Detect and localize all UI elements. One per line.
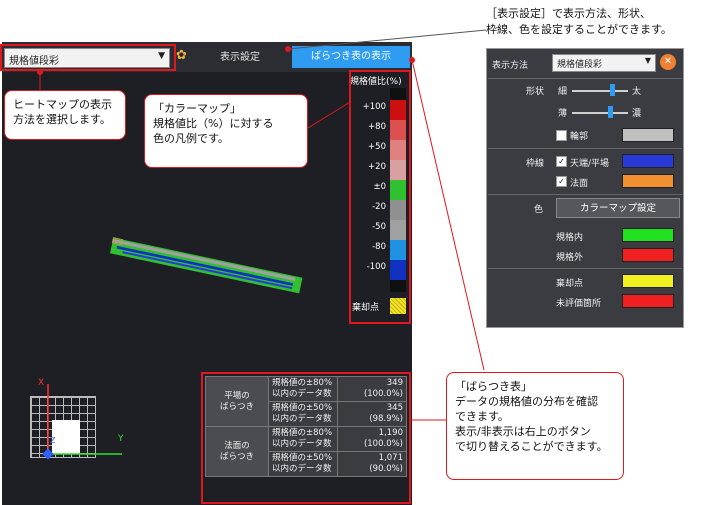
- top-flat-color-swatch[interactable]: [622, 154, 674, 168]
- callout-text: 表示/非表示は右上のボタン: [455, 425, 591, 438]
- frame-label: 枠線: [526, 159, 545, 169]
- slope-checkbox[interactable]: ✓: [556, 176, 567, 187]
- colormap-settings-button[interactable]: カラーマップ設定: [556, 198, 680, 218]
- note-text: 枠線、色を設定することができます。: [486, 23, 672, 36]
- thick-label: 太: [632, 87, 642, 97]
- leader-variance-button: [411, 59, 485, 371]
- color-label: 色: [534, 205, 544, 215]
- thin-label: 細: [558, 87, 568, 97]
- callout-text: できます。: [455, 410, 509, 423]
- outline-checkbox[interactable]: [556, 130, 567, 141]
- leader-settings: [287, 29, 487, 50]
- light-label: 薄: [558, 109, 568, 119]
- out-spec-color-swatch[interactable]: [622, 248, 674, 262]
- top-flat-checkbox[interactable]: ✓: [556, 156, 567, 167]
- method-select[interactable]: 規格値段彩 ▼: [552, 54, 656, 72]
- unevaluated-label: 未評価箇所: [556, 299, 602, 309]
- callout-colormap: 「カラーマップ」 規格値比（%）に対する 色の凡例です。: [144, 94, 308, 168]
- method-value: 規格値段彩: [557, 60, 603, 70]
- in-spec-label: 規格内: [556, 233, 584, 243]
- settings-note: ［表示設定］で表示方法、形状、 枠線、色を設定することができます。: [486, 6, 696, 38]
- callout-text: 方法を選択します。: [13, 113, 111, 126]
- width-slider-handle[interactable]: [610, 84, 615, 96]
- in-spec-color-swatch[interactable]: [622, 228, 674, 242]
- reject-point-setting-label: 棄却点: [556, 279, 584, 289]
- divider: [488, 78, 682, 79]
- callout-title: 「ばらつき表」: [455, 380, 532, 393]
- method-label: 表示方法: [492, 61, 529, 71]
- out-spec-label: 規格外: [556, 253, 584, 263]
- outline-color-swatch[interactable]: [622, 128, 674, 142]
- close-icon[interactable]: ✕: [660, 54, 676, 70]
- slope-color-swatch[interactable]: [622, 174, 674, 188]
- shape-label: 形状: [526, 87, 545, 97]
- callout-text: 色の凡例です。: [153, 132, 229, 145]
- callout-text: データの規格値の分布を確認: [455, 395, 598, 408]
- opacity-slider-track[interactable]: [572, 112, 628, 114]
- slope-label: 法面: [570, 179, 589, 189]
- chevron-down-icon: ▼: [644, 56, 651, 65]
- divider: [488, 268, 682, 269]
- callout-heatmap: ヒートマップの表示 方法を選択します。: [4, 90, 126, 140]
- width-slider-track[interactable]: [572, 90, 628, 92]
- leader-dot: [37, 69, 43, 75]
- outline-label: 輪郭: [570, 132, 589, 142]
- callout-title: 「カラーマップ」: [153, 102, 241, 115]
- callout-text: ヒートマップの表示: [13, 98, 112, 111]
- top-flat-label: 天端/平場: [570, 159, 610, 169]
- divider: [488, 194, 682, 195]
- dark-label: 濃: [632, 109, 642, 119]
- leader-dot: [285, 46, 291, 52]
- opacity-slider-handle[interactable]: [608, 106, 613, 118]
- callout-variance: 「ばらつき表」 データの規格値の分布を確認 できます。 表示/非表示は右上のボタ…: [446, 372, 624, 480]
- unevaluated-color-swatch[interactable]: [622, 294, 674, 308]
- callout-text: 規格値比（%）に対する: [153, 117, 274, 130]
- leader-dot: [409, 57, 415, 63]
- divider: [488, 148, 682, 149]
- callout-text: で切り替えることができます。: [455, 440, 608, 453]
- reject-point-color-swatch[interactable]: [622, 274, 674, 288]
- note-text: ［表示設定］で表示方法、形状、: [486, 7, 651, 20]
- leader-colormap: [307, 101, 351, 129]
